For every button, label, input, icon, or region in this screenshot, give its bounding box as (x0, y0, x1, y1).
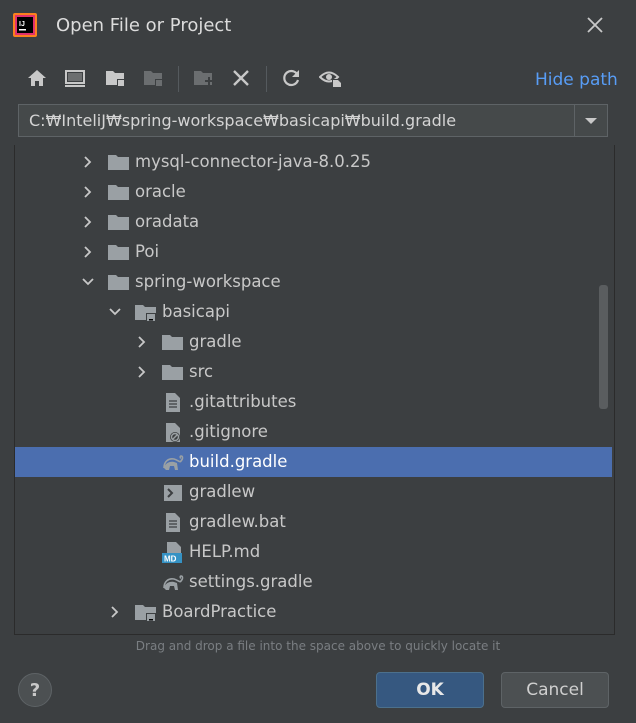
tree-row[interactable]: .gitattributes (15, 387, 612, 417)
tree-row[interactable]: basicapi (15, 297, 612, 327)
toolbar-separator (266, 66, 267, 92)
chevron-right-icon[interactable] (81, 215, 95, 229)
chevron-right-icon[interactable] (81, 185, 95, 199)
tree-row[interactable]: spring-workspace (15, 267, 612, 297)
tree-row[interactable]: build.gradle (15, 447, 612, 477)
show-hidden-icon (319, 71, 342, 88)
text-file-icon (166, 513, 180, 532)
text-file-icon (166, 393, 180, 412)
tree-row[interactable]: gradlew.bat (15, 507, 612, 537)
module-directory-button[interactable] (138, 62, 168, 94)
tree-item-label: src (189, 362, 214, 381)
tree-row[interactable]: mysql-connector-java-8.0.25 (15, 147, 612, 177)
refresh-button[interactable] (276, 62, 306, 94)
folder-icon (108, 155, 129, 170)
delete-icon (233, 70, 249, 86)
dialog-title: Open File or Project (56, 15, 232, 36)
svg-text:MD: MD (164, 555, 177, 564)
gitignore-file-icon (166, 423, 180, 442)
tree-item-label: BoardPractice (162, 602, 277, 621)
tree-row[interactable]: BoardPractice (15, 597, 612, 627)
desktop-icon (65, 70, 85, 87)
tree-item-label: spring-workspace (135, 272, 281, 291)
tree-item-label: Poi (135, 242, 160, 261)
new-folder-button[interactable] (188, 62, 218, 94)
tree-item-label: gradle (189, 332, 242, 351)
project-folder-icon (106, 71, 125, 87)
gradle-elephant-icon (163, 575, 184, 590)
file-tree[interactable]: mysql-connector-java-8.0.25 oracle oradata… (14, 145, 615, 635)
project-folder-icon (135, 605, 156, 622)
tree-row[interactable]: gradle (15, 327, 612, 357)
chevron-down-icon[interactable] (108, 305, 122, 319)
tree-item-label: gradlew.bat (189, 512, 286, 531)
tree-item-label: build.gradle (189, 452, 288, 471)
markdown-file-icon: MD (162, 542, 182, 564)
tree-item-label: oradata (135, 212, 200, 231)
path-input[interactable] (19, 105, 575, 136)
chevron-right-icon[interactable] (81, 155, 95, 169)
tree-row[interactable]: oracle (15, 177, 612, 207)
toolbar-separator (178, 66, 179, 92)
new-folder-icon (194, 71, 213, 85)
drag-drop-hint: Drag and drop a file into the space abov… (135, 639, 501, 653)
project-folder-icon (135, 305, 156, 322)
tree-item-label: gradlew (189, 482, 256, 501)
tree-row[interactable]: MD HELP.md (15, 537, 612, 567)
tree-item-label: basicapi (162, 302, 231, 321)
folder-icon (108, 245, 129, 260)
tree-row[interactable]: .gitignore (15, 417, 612, 447)
folder-icon (162, 365, 183, 380)
path-combobox[interactable] (18, 104, 608, 137)
path-dropdown-button[interactable] (574, 105, 607, 136)
chevron-right-icon[interactable] (135, 365, 149, 379)
toolbar (20, 62, 620, 94)
tree-row[interactable]: oradata (15, 207, 612, 237)
chevron-right-icon[interactable] (81, 245, 95, 259)
chevron-down-icon (585, 117, 597, 124)
tree-row[interactable]: Poi (15, 237, 612, 267)
chevron-right-icon[interactable] (108, 605, 122, 619)
module-folder-icon (144, 71, 163, 87)
tree-item-label: HELP.md (189, 542, 261, 561)
close-icon[interactable] (582, 12, 608, 38)
home-button[interactable] (22, 62, 52, 94)
folder-icon (108, 185, 129, 200)
tree-item-label: .gitattributes (189, 392, 297, 411)
folder-icon (108, 275, 129, 290)
help-button[interactable]: ? (18, 673, 52, 707)
tree-item-label: settings.gradle (189, 572, 313, 591)
tree-row[interactable]: gradlew (15, 477, 612, 507)
show-hidden-button[interactable] (316, 62, 346, 94)
chevron-down-icon[interactable] (81, 275, 95, 289)
chevron-right-icon[interactable] (135, 335, 149, 349)
tree-item-label: .gitignore (189, 422, 268, 441)
title-bar: IJ Open File or Project (0, 0, 636, 52)
tree-row[interactable]: settings.gradle (15, 567, 612, 597)
refresh-icon (283, 69, 300, 87)
svg-text:IJ: IJ (19, 21, 25, 28)
ok-button[interactable]: OK (376, 672, 484, 708)
intellij-logo-icon: IJ (13, 13, 37, 37)
hide-path-link[interactable]: Hide path (535, 70, 618, 90)
tree-item-label: oracle (135, 182, 186, 201)
folder-icon (162, 335, 183, 350)
home-icon (28, 70, 46, 86)
folder-icon (108, 215, 129, 230)
shell-script-icon (164, 485, 182, 501)
gradle-elephant-icon (163, 455, 184, 470)
project-directory-button[interactable] (100, 62, 130, 94)
desktop-button[interactable] (60, 62, 90, 94)
tree-item-label: mysql-connector-java-8.0.25 (135, 152, 372, 171)
tree-row[interactable]: src (15, 357, 612, 387)
cancel-button[interactable]: Cancel (501, 672, 609, 708)
delete-button[interactable] (226, 62, 256, 94)
